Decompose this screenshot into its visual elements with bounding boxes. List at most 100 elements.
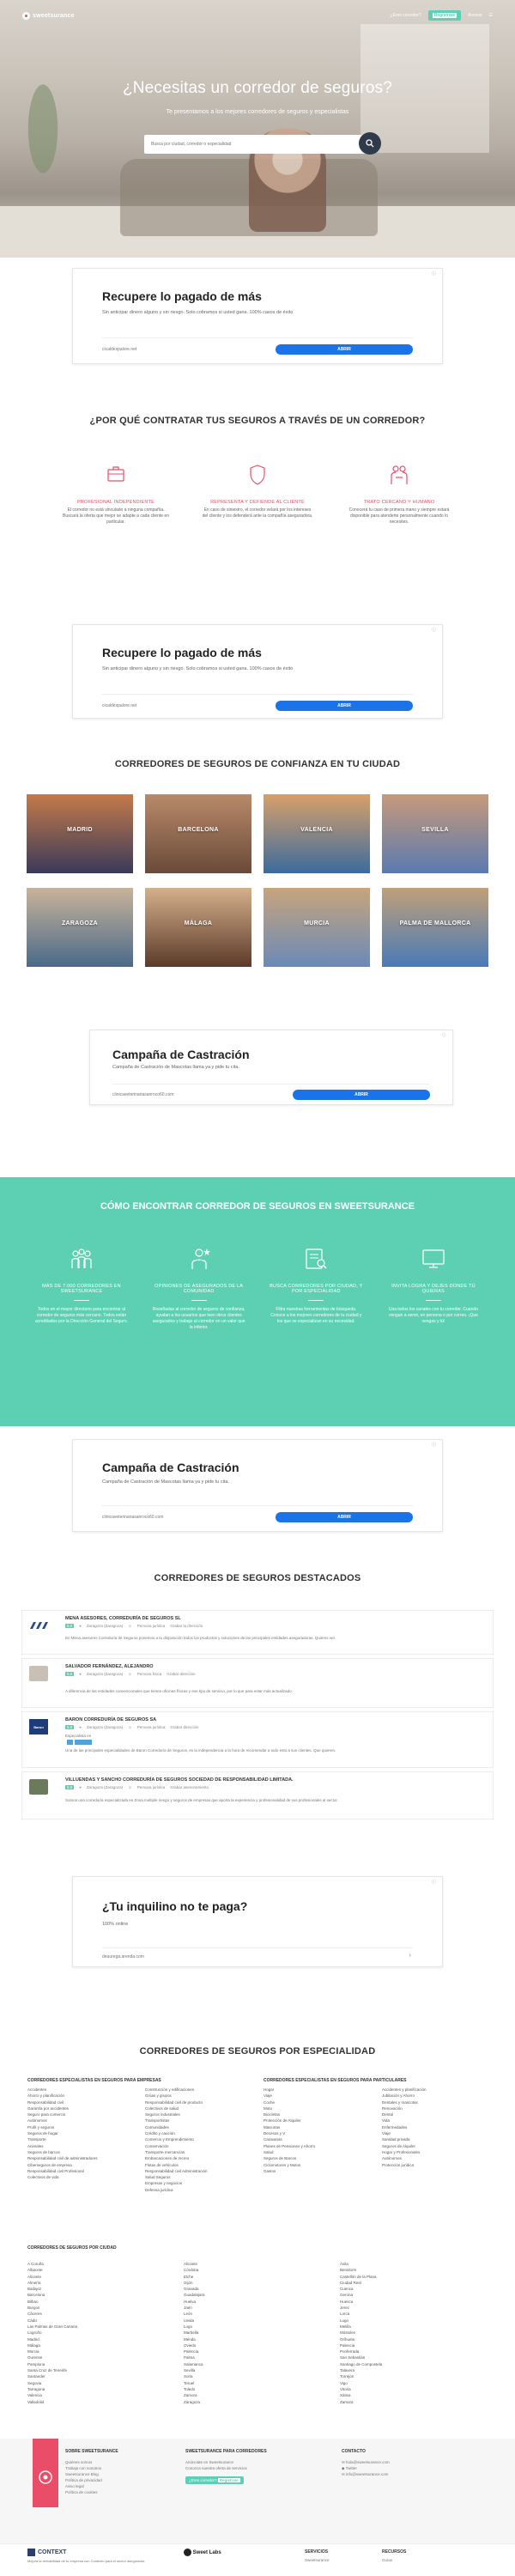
city-link[interactable]: Córdoba	[184, 2267, 321, 2273]
city-link[interactable]: Ávila	[340, 2261, 477, 2267]
specialty-link[interactable]: Colectivos de salud	[145, 2105, 265, 2111]
city-link[interactable]: Ciudad Real	[340, 2280, 477, 2286]
city-link[interactable]: Toledo	[184, 2386, 321, 2392]
city-link[interactable]: Salamanca	[184, 2361, 321, 2367]
city-link[interactable]: Lugo	[184, 2324, 321, 2330]
city-card-sevilla[interactable]: SEVILLA	[382, 794, 488, 873]
specialty-link[interactable]: Responsabilidad civil de administradores	[27, 2155, 148, 2161]
city-link[interactable]: Huelva	[184, 2299, 321, 2305]
footer-about-link[interactable]: Aviso legal	[65, 2483, 102, 2489]
ad-info-icon[interactable]: ⓘ	[442, 1032, 447, 1038]
broker-card[interactable]: MENA ASESORES, CORREDURÍA DE SEGUROS SL …	[21, 1610, 494, 1655]
city-link[interactable]: Madrid	[27, 2336, 165, 2342]
logo[interactable]: sweetsurance	[22, 11, 75, 20]
city-link[interactable]: Valencia	[27, 2392, 165, 2398]
specialty-link[interactable]: Decesos y V	[264, 2130, 384, 2136]
specialty-link[interactable]: Autónomos	[27, 2117, 148, 2123]
city-link[interactable]: Segovia	[27, 2380, 165, 2386]
city-card-zaragoza[interactable]: ZARAGOZA	[27, 888, 133, 967]
specialty-link[interactable]: Defensa jurídica	[145, 2187, 265, 2193]
ad-open-button[interactable]: ABRIR	[276, 701, 413, 711]
specialty-link[interactable]: Renovación	[382, 2105, 502, 2111]
search-input[interactable]	[151, 142, 371, 147]
broker-name[interactable]: MENA ASESORES, CORREDURÍA DE SEGUROS SL	[65, 1616, 181, 1621]
specialty-link[interactable]: Flotas de vehículos	[145, 2162, 265, 2168]
register-button[interactable]: Regístrate	[427, 10, 462, 21]
specialty-link[interactable]: Seguros de barcos	[27, 2149, 148, 2155]
city-link[interactable]: Gijón	[184, 2280, 321, 2286]
footer-resources-link[interactable]: Guías	[382, 2557, 392, 2563]
specialty-link[interactable]: Responsabilidad civil	[27, 2099, 148, 2105]
city-link[interactable]: León	[184, 2311, 321, 2317]
footer-contact-email-2[interactable]: ✉ info@sweetsurance.com	[342, 2471, 388, 2477]
specialty-link[interactable]: Protección de Alquiler	[264, 2117, 384, 2123]
city-link[interactable]: Las Palmas de Gran Canaria	[27, 2324, 165, 2330]
specialty-link[interactable]: Profit y seguros	[27, 2124, 148, 2130]
footer-about-link[interactable]: Trabaja con nosotros	[65, 2465, 102, 2471]
footer-register-button[interactable]: ¿Eres corredor? Regístrate	[185, 2476, 244, 2484]
specialty-link[interactable]: Responsabilidad civil Administración	[145, 2168, 265, 2174]
city-link[interactable]: Marbella	[184, 2330, 321, 2336]
city-link[interactable]: Palencia	[340, 2342, 477, 2348]
footer-about-link[interactable]: Quiénes somos	[65, 2459, 102, 2465]
city-link[interactable]: Bilbao	[27, 2299, 165, 2305]
city-link[interactable]: Oviedo	[184, 2342, 321, 2348]
city-link[interactable]: Santiago de Compostela	[340, 2361, 477, 2367]
ad-info-icon[interactable]: ⓘ	[432, 270, 437, 276]
city-link[interactable]: Albacete	[27, 2267, 165, 2273]
specialty-link[interactable]: Garantía por accidentes	[27, 2105, 148, 2111]
ad-info-icon[interactable]: ⓘ	[432, 1879, 437, 1885]
ad-banner[interactable]: ⓘ Campaña de Castración Campaña de Castr…	[72, 1439, 443, 1532]
specialty-link[interactable]: Autónomos	[382, 2155, 502, 2161]
specialty-link[interactable]: Animales	[27, 2143, 148, 2149]
specialty-link[interactable]: Ciberseguros de empresa	[27, 2162, 148, 2168]
city-link[interactable]: Jaén	[184, 2305, 321, 2311]
ad-banner[interactable]: ⓘ ¿Tu inquilino no te paga? 100% online …	[72, 1876, 443, 1967]
specialty-link[interactable]: Coche	[264, 2099, 384, 2105]
specialty-link[interactable]: Empresas y negocios	[145, 2180, 265, 2186]
specialty-link[interactable]: Grúas y grupos	[145, 2093, 265, 2099]
city-card-palma[interactable]: PALMA DE MALLORCA	[382, 888, 488, 967]
footer-contact-email[interactable]: ✉ hola@sweetsurance.com	[342, 2459, 390, 2465]
city-link[interactable]: Lleida	[184, 2318, 321, 2324]
city-link[interactable]: Vigo	[340, 2380, 477, 2386]
specialty-link[interactable]: Seguros de Alquiler	[382, 2143, 502, 2149]
city-link[interactable]: Jerez	[340, 2305, 477, 2311]
city-link[interactable]: Orihuela	[340, 2336, 477, 2342]
specialty-link[interactable]: Vida	[382, 2117, 502, 2123]
footer-about-link[interactable]: Política de privacidad	[65, 2477, 102, 2483]
specialty-link[interactable]: Protección jurídica	[382, 2162, 502, 2168]
ad-open-button[interactable]: ABRIR	[276, 1512, 413, 1522]
specialty-link[interactable]: Ciclomotores y Motos	[264, 2162, 384, 2168]
partner-logo-sweetlabs[interactable]: Sweet Labs	[184, 2549, 221, 2556]
city-link[interactable]: Alicante	[27, 2274, 165, 2280]
specialty-link[interactable]: Seguros industriales	[145, 2111, 265, 2117]
search-button[interactable]	[359, 132, 381, 155]
city-link[interactable]: Badajoz	[27, 2286, 165, 2292]
specialty-link[interactable]: Comunidades	[145, 2124, 265, 2130]
broker-card[interactable]: VILLUENDAS Y SANCHO CORREDURÍA DE SEGURO…	[21, 1771, 494, 1820]
specialty-link[interactable]: Accidentes	[27, 2087, 148, 2093]
city-link[interactable]: Santander	[27, 2373, 165, 2379]
broker-name[interactable]: SALVADOR FERNÁNDEZ, ALEJANDRO	[65, 1664, 154, 1669]
city-link[interactable]: Gerona	[340, 2292, 477, 2298]
city-card-barcelona[interactable]: BARCELONA	[145, 794, 251, 873]
city-link[interactable]: Melilla	[340, 2324, 477, 2330]
city-link[interactable]: Torrejón	[340, 2373, 477, 2379]
city-link[interactable]: Zamora	[340, 2399, 477, 2405]
specialty-link[interactable]: Comercio y Emprendimiento	[145, 2136, 265, 2142]
specialty-link[interactable]: Enfermedades	[382, 2124, 502, 2130]
footer-services-link[interactable]: Sweetsurance	[305, 2557, 330, 2563]
specialty-link[interactable]: Dental	[382, 2111, 502, 2117]
specialty-link[interactable]: Hogar	[264, 2087, 384, 2093]
city-link[interactable]: Murcia	[27, 2348, 165, 2354]
specialty-link[interactable]: Moto	[264, 2105, 384, 2111]
specialty-link[interactable]: Responsabilidad civil Profesional	[27, 2168, 148, 2174]
specialty-link[interactable]: Viaje	[264, 2093, 384, 2099]
city-card-malaga[interactable]: MÁLAGA	[145, 888, 251, 967]
specialty-link[interactable]: Seguro para comercio	[27, 2111, 148, 2117]
city-link[interactable]: Móstoles	[340, 2330, 477, 2336]
specialty-link[interactable]: Ahorro y planificación	[27, 2093, 148, 2099]
specialty-link[interactable]: Mascotas	[264, 2124, 384, 2130]
city-link[interactable]: Santa Cruz de Tenerife	[27, 2367, 165, 2373]
